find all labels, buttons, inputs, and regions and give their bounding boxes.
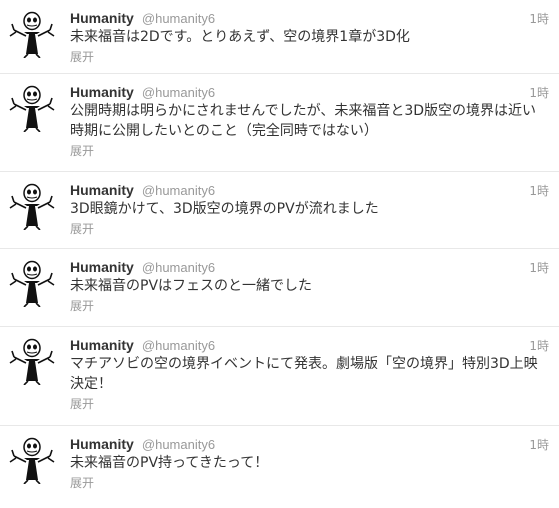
tweet-timestamp[interactable]: 1時	[529, 182, 549, 199]
tweet-text: マチアソビの空の境界イベントにて発表。劇場版「空の境界」特別3D上映決定！	[70, 356, 538, 392]
user-handle[interactable]: @humanity6	[142, 260, 215, 275]
expand-link[interactable]: 展开	[70, 49, 94, 65]
tweet-timestamp[interactable]: 1時	[529, 259, 549, 276]
tweet-header: Humanity @humanity6	[70, 82, 551, 100]
jack-skellington-avatar-icon	[9, 183, 55, 230]
avatar[interactable]	[8, 182, 56, 230]
tweet-header: Humanity @humanity6	[70, 434, 551, 452]
tweet-header: Humanity @humanity6	[70, 180, 551, 198]
tweet-item[interactable]: Humanity @humanity6 1時 3D眼鏡かけて、3D版空の境界のP…	[0, 172, 559, 249]
tweet-text: 未来福音のPV持ってきたって！	[70, 455, 269, 471]
expand-link[interactable]: 展开	[70, 298, 94, 314]
user-handle[interactable]: @humanity6	[142, 183, 215, 198]
avatar[interactable]	[8, 436, 56, 484]
tweet-text: 未来福音のPVはフェスのと一緒でした	[70, 278, 313, 294]
tweet-body: 3D眼鏡かけて、3D版空の境界のPVが流れました 展开	[70, 199, 540, 239]
user-handle[interactable]: @humanity6	[142, 85, 215, 100]
jack-skellington-avatar-icon	[9, 85, 55, 132]
user-name[interactable]: Humanity	[70, 182, 134, 198]
expand-link[interactable]: 展开	[70, 475, 94, 491]
user-handle[interactable]: @humanity6	[142, 437, 215, 452]
user-handle[interactable]: @humanity6	[142, 11, 215, 26]
tweet-item[interactable]: Humanity @humanity6 1時 公開時期は明らかにされませんでした…	[0, 74, 559, 172]
tweet-body: マチアソビの空の境界イベントにて発表。劇場版「空の境界」特別3D上映決定！ 展开	[70, 354, 540, 414]
tweet-timeline: Humanity @humanity6 1時 未来福音は2Dです。とりあえず、空…	[0, 0, 559, 508]
expand-link[interactable]: 展开	[70, 396, 94, 412]
tweet-timestamp[interactable]: 1時	[529, 337, 549, 354]
tweet-timestamp[interactable]: 1時	[529, 84, 549, 101]
tweet-item[interactable]: Humanity @humanity6 1時 未来福音のPVはフェスのと一緒でし…	[0, 249, 559, 327]
tweet-item[interactable]: Humanity @humanity6 1時 マチアソビの空の境界イベントにて発…	[0, 327, 559, 426]
tweet-timestamp[interactable]: 1時	[529, 436, 549, 453]
tweet-text: 未来福音は2Dです。とりあえず、空の境界1章が3D化	[70, 29, 410, 45]
avatar[interactable]	[8, 259, 56, 307]
tweet-body: 未来福音のPVはフェスのと一緒でした 展开	[70, 276, 540, 316]
tweet-body: 未来福音は2Dです。とりあえず、空の境界1章が3D化 展开	[70, 27, 540, 67]
avatar[interactable]	[8, 10, 56, 58]
tweet-body: 未来福音のPV持ってきたって！ 展开	[70, 453, 540, 493]
jack-skellington-avatar-icon	[9, 11, 55, 58]
expand-link[interactable]: 展开	[70, 143, 94, 159]
avatar[interactable]	[8, 337, 56, 385]
expand-link[interactable]: 展开	[70, 221, 94, 237]
user-name[interactable]: Humanity	[70, 259, 134, 275]
tweet-timestamp[interactable]: 1時	[529, 10, 549, 27]
jack-skellington-avatar-icon	[9, 338, 55, 385]
jack-skellington-avatar-icon	[9, 437, 55, 484]
user-name[interactable]: Humanity	[70, 10, 134, 26]
user-name[interactable]: Humanity	[70, 436, 134, 452]
tweet-text: 公開時期は明らかにされませんでしたが、未来福音と3D版空の境界は近い時期に公開し…	[70, 103, 537, 139]
tweet-text: 3D眼鏡かけて、3D版空の境界のPVが流れました	[70, 201, 379, 217]
tweet-header: Humanity @humanity6	[70, 8, 551, 26]
jack-skellington-avatar-icon	[9, 260, 55, 307]
tweet-item[interactable]: Humanity @humanity6 1時 未来福音のPV持ってきたって！ 展…	[0, 426, 559, 508]
avatar[interactable]	[8, 84, 56, 132]
tweet-header: Humanity @humanity6	[70, 335, 551, 353]
tweet-header: Humanity @humanity6	[70, 257, 551, 275]
user-name[interactable]: Humanity	[70, 84, 134, 100]
user-handle[interactable]: @humanity6	[142, 338, 215, 353]
tweet-item[interactable]: Humanity @humanity6 1時 未来福音は2Dです。とりあえず、空…	[0, 0, 559, 74]
user-name[interactable]: Humanity	[70, 337, 134, 353]
tweet-body: 公開時期は明らかにされませんでしたが、未来福音と3D版空の境界は近い時期に公開し…	[70, 101, 540, 161]
